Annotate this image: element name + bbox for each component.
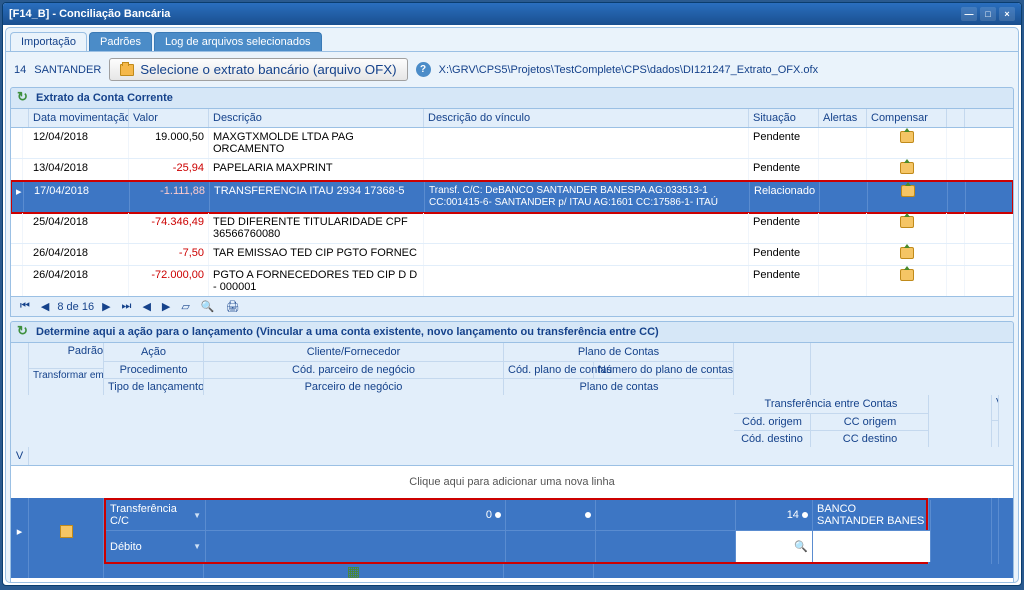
- tab-importacao[interactable]: Importação: [10, 32, 87, 51]
- col-codorigem[interactable]: Cód. origem: [734, 414, 811, 430]
- pager-text: 8 de 16: [57, 301, 94, 313]
- tabs: Importação Padrões Log de arquivos selec…: [6, 28, 1018, 51]
- col-cliente[interactable]: Cliente/Fornecedor: [204, 343, 503, 362]
- file-path: X:\GRV\CPS5\Projetos\TestComplete\CPS\da…: [439, 64, 818, 76]
- col-vincular[interactable]: Vincular: [992, 421, 999, 447]
- col-extra[interactable]: V: [11, 447, 29, 465]
- maximize-icon[interactable]: □: [980, 7, 996, 21]
- link-icon[interactable]: ▦: [347, 564, 361, 578]
- ccorigem-value[interactable]: BANCO SANTANDER BANES: [817, 503, 926, 527]
- col-tipo[interactable]: Tipo de lançamento: [104, 379, 203, 395]
- prev-icon[interactable]: ◀: [38, 300, 52, 313]
- tab-padroes[interactable]: Padrões: [89, 32, 152, 51]
- ccdestino-value[interactable]: ITAU AG:1601 CC:17586-1: [817, 535, 926, 559]
- col-codplano[interactable]: Cód. plano de contas: [504, 362, 594, 378]
- prev2-icon[interactable]: ◀: [139, 300, 153, 313]
- extrato-body[interactable]: 12/04/201819.000,50MAXGTXMOLDE LTDA PAG …: [11, 128, 1013, 296]
- select-file-label: Selecione o extrato bancário (arquivo OF…: [140, 62, 396, 77]
- codparc-value[interactable]: 0: [486, 509, 492, 521]
- tipo-value[interactable]: Débito: [110, 541, 142, 553]
- col-valor[interactable]: Valor: [129, 109, 209, 127]
- action-row[interactable]: ▸ Transferência C/C▼ Débito▼ 0: [11, 498, 1013, 578]
- compensar-row-icon[interactable]: [900, 247, 914, 259]
- col-parc[interactable]: Parceiro de negócio: [204, 379, 503, 395]
- next2-icon[interactable]: ▶: [159, 300, 173, 313]
- col-vinc[interactable]: Vínculo com lançamento: [992, 395, 999, 421]
- col-situacao[interactable]: Situação: [749, 109, 819, 127]
- action-title: Determine aqui a ação para o lançamento …: [36, 326, 659, 338]
- col-acao[interactable]: Ação: [104, 343, 203, 362]
- compensar-row-icon[interactable]: [900, 216, 914, 228]
- col-alertas[interactable]: Alertas: [819, 109, 867, 127]
- bank-name: SANTANDER: [34, 64, 101, 76]
- col-desc[interactable]: Descrição: [209, 109, 424, 127]
- window-titlebar: [F14_B] - Conciliação Bancária — □ ×: [3, 3, 1021, 25]
- tab-log[interactable]: Log de arquivos selecionados: [154, 32, 322, 51]
- compensar-row-icon[interactable]: [900, 162, 914, 174]
- action-header: Determine aqui a ação para o lançamento …: [10, 321, 1014, 343]
- codorigem-value[interactable]: 14: [787, 509, 799, 521]
- col-date[interactable]: Data movimentação: [29, 109, 129, 127]
- col-plano[interactable]: Plano de Contas: [504, 343, 733, 362]
- col-vinculo[interactable]: Descrição do vínculo: [424, 109, 749, 127]
- close-icon[interactable]: ×: [999, 7, 1015, 21]
- compensar-row-icon[interactable]: [901, 185, 915, 197]
- search-dest-icon[interactable]: 🔍: [794, 540, 808, 553]
- table-row[interactable]: 12/04/201819.000,50MAXGTXMOLDE LTDA PAG …: [11, 128, 1013, 159]
- filter-icon[interactable]: ▱: [178, 300, 192, 313]
- extrato-columns: Data movimentação Valor Descrição Descri…: [11, 109, 1013, 128]
- table-row[interactable]: 25/04/2018-74.346,49TED DIFERENTE TITULA…: [11, 213, 1013, 244]
- col-compensar[interactable]: Compensar: [867, 109, 947, 127]
- minimize-icon[interactable]: —: [961, 7, 977, 21]
- col-proc[interactable]: Procedimento: [104, 362, 203, 378]
- col-ccdestino[interactable]: CC destino: [811, 430, 929, 447]
- folder-icon: [120, 64, 134, 76]
- search-icon[interactable]: 🔍: [198, 300, 218, 313]
- proc-value[interactable]: Transferência C/C: [110, 503, 193, 527]
- refresh2-icon[interactable]: [17, 325, 31, 339]
- col-planoc[interactable]: Plano de contas: [504, 378, 734, 395]
- add-row-hint[interactable]: Clique aqui para adicionar uma nova linh…: [11, 466, 1013, 498]
- help-icon[interactable]: ?: [416, 62, 431, 77]
- duplicate-icon[interactable]: [60, 525, 73, 538]
- col-padrao[interactable]: Padrão: [29, 343, 104, 369]
- col-transformar[interactable]: Transformar em padrão: [29, 369, 104, 395]
- table-row[interactable]: ▸17/04/2018-1.111,88TRANSFERENCIA ITAU 2…: [11, 180, 1013, 214]
- print-icon[interactable]: 🖨: [223, 300, 243, 313]
- first-icon[interactable]: ⏮: [17, 300, 33, 313]
- extrato-title: Extrato da Conta Corrente: [36, 92, 173, 104]
- table-row[interactable]: 26/04/2018-72.000,00PGTO A FORNECEDORES …: [11, 266, 1013, 296]
- col-numplano[interactable]: Número do plano de contas: [594, 362, 734, 378]
- col-coddestino[interactable]: Cód. destino: [734, 430, 811, 447]
- compensar-row-icon[interactable]: [900, 269, 914, 281]
- col-ccorigem[interactable]: CC origem: [811, 414, 929, 430]
- next-icon[interactable]: ▶: [99, 300, 113, 313]
- col-codparc[interactable]: Cód. parceiro de negócio: [204, 362, 503, 378]
- col-transf[interactable]: Transferência entre Contas: [734, 395, 928, 414]
- last-icon[interactable]: ⏭: [119, 300, 135, 313]
- select-file-button[interactable]: Selecione o extrato bancário (arquivo OF…: [109, 58, 407, 81]
- extrato-pager: ⏮ ◀ 8 de 16 ▶ ⏭ ◀ ▶ ▱ 🔍 🖨: [10, 297, 1014, 317]
- refresh-icon[interactable]: [17, 91, 31, 105]
- compensar-row-icon[interactable]: [900, 131, 914, 143]
- table-row[interactable]: 13/04/2018-25,94PAPELARIA MAXPRINTPenden…: [11, 159, 1013, 181]
- extrato-header: Extrato da Conta Corrente: [10, 87, 1014, 109]
- coddestino-value[interactable]: 12: [740, 541, 752, 553]
- window-title: [F14_B] - Conciliação Bancária: [9, 8, 170, 20]
- table-row[interactable]: 26/04/2018-7,50TAR EMISSAO TED CIP PGTO …: [11, 244, 1013, 266]
- bank-code: 14: [14, 64, 26, 76]
- action-columns: Padrão Transformar em padrão Ação Proced…: [11, 343, 1013, 466]
